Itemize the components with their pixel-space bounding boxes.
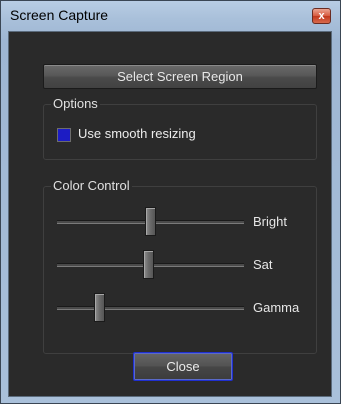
slider-track[interactable] xyxy=(57,306,244,310)
bright-label: Bright xyxy=(253,214,287,229)
smooth-resizing-checkbox[interactable] xyxy=(57,128,71,142)
screen-capture-window: Screen Capture x Select Screen Region Op… xyxy=(0,0,341,404)
title-bar[interactable]: Screen Capture x xyxy=(1,1,340,31)
sat-label: Sat xyxy=(253,257,273,272)
select-screen-region-button[interactable]: Select Screen Region xyxy=(43,64,317,89)
slider-thumb[interactable] xyxy=(94,293,105,322)
smooth-resizing-label[interactable]: Use smooth resizing xyxy=(78,126,196,141)
window-close-icon[interactable]: x xyxy=(312,8,331,24)
dialog-body: Select Screen Region Options Use smooth … xyxy=(8,31,332,397)
bright-slider[interactable] xyxy=(57,207,244,237)
sat-slider[interactable] xyxy=(57,250,244,280)
slider-thumb[interactable] xyxy=(143,250,154,279)
close-button[interactable]: Close xyxy=(133,352,233,381)
color-control-group-label: Color Control xyxy=(51,178,132,194)
gamma-slider[interactable] xyxy=(57,293,244,323)
gamma-label: Gamma xyxy=(253,300,300,315)
options-group-label: Options xyxy=(51,96,100,112)
window-title: Screen Capture xyxy=(10,7,109,23)
slider-thumb[interactable] xyxy=(145,207,156,236)
options-group: Options Use smooth resizing xyxy=(43,96,317,160)
color-control-group: Color Control Bright Sat Gamma xyxy=(43,178,317,354)
